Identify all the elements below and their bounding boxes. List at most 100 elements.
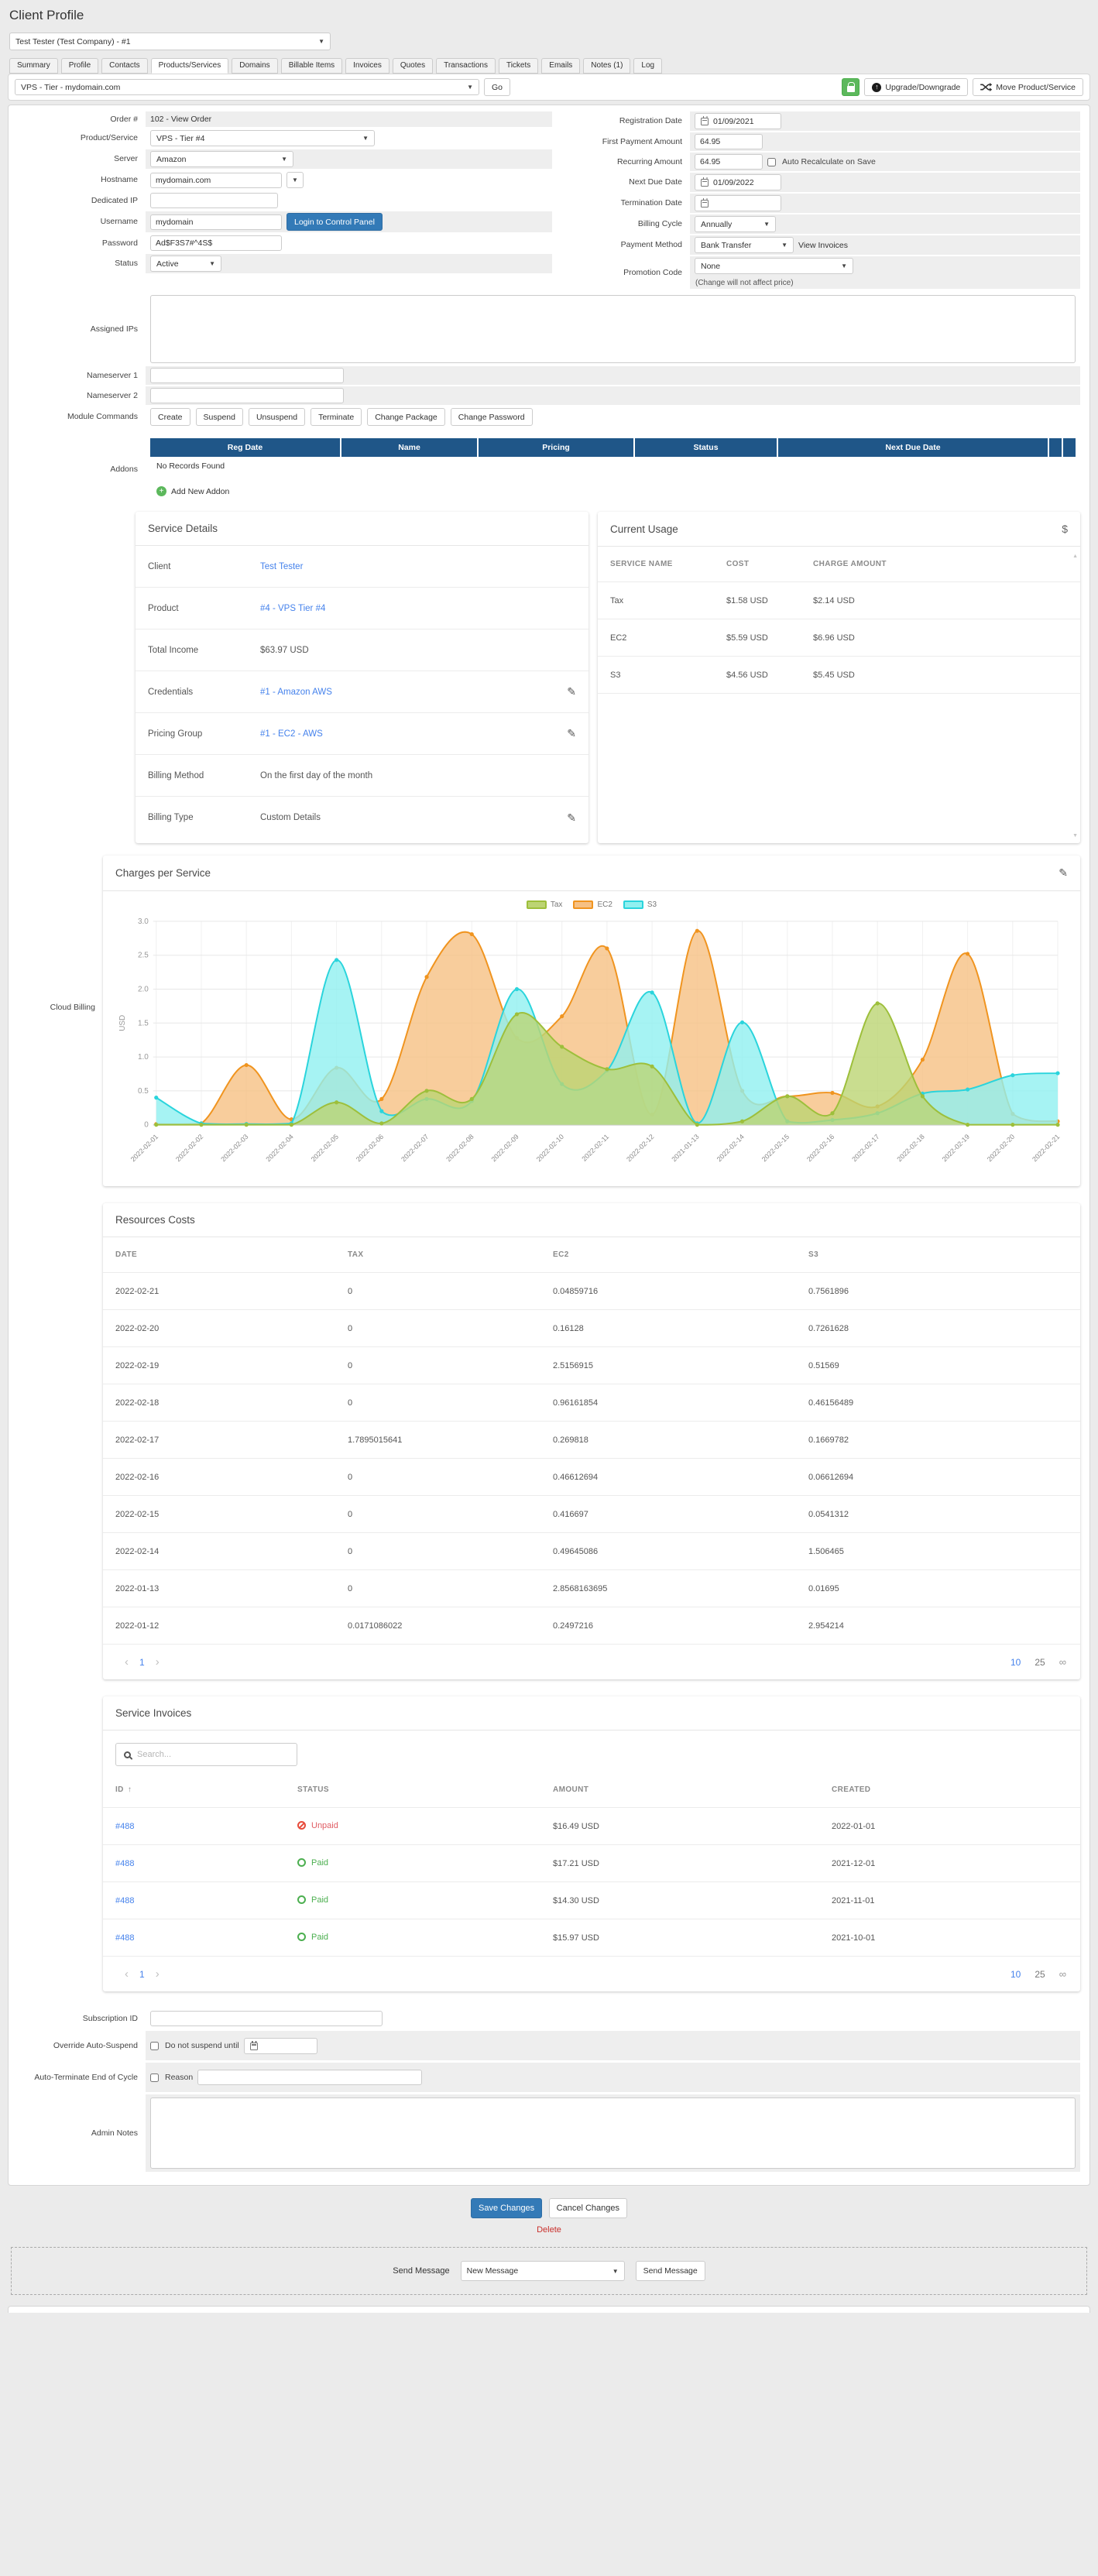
client-link[interactable]: Test Tester — [260, 562, 303, 571]
edit-credentials-icon[interactable]: ✎ — [567, 685, 576, 698]
tab-summary[interactable]: Summary — [9, 58, 58, 74]
reason-input[interactable] — [197, 2070, 423, 2086]
invoice-id-link[interactable]: #488 — [115, 1822, 134, 1831]
add-new-addon-link[interactable]: + Add New Addon — [156, 486, 229, 496]
subscription-id-input[interactable] — [150, 2011, 383, 2027]
next-page-button[interactable]: › — [148, 1967, 167, 1981]
svg-text:2022-02-11: 2022-02-11 — [580, 1133, 610, 1163]
send-message-select[interactable]: New Message ▼ — [460, 2261, 625, 2282]
prev-page-button[interactable]: ‹ — [117, 1967, 136, 1981]
tab-billable-items[interactable]: Billable Items — [280, 58, 343, 74]
password-label: Password — [101, 238, 138, 248]
view-invoices-link[interactable]: View Invoices — [798, 241, 848, 250]
billing-cycle-select[interactable]: Annually ▼ — [695, 216, 776, 232]
addons-label: Addons — [110, 465, 138, 474]
move-product-button[interactable]: Move Product/Service — [973, 78, 1083, 96]
tab-emails[interactable]: Emails — [541, 58, 581, 74]
recurring-amount-input[interactable] — [695, 154, 763, 170]
scroll-down-icon[interactable]: ▼ — [1072, 833, 1078, 839]
tab-transactions[interactable]: Transactions — [436, 58, 496, 74]
invoice-id-link[interactable]: #488 — [115, 1933, 134, 1943]
admin-notes-textarea[interactable] — [150, 2098, 1076, 2170]
service-selector[interactable]: VPS - Tier - mydomain.com ▼ — [15, 79, 479, 95]
module-create-button[interactable]: Create — [150, 408, 190, 426]
page-size-all[interactable]: ∞ — [1059, 1656, 1066, 1668]
invoice-id-link[interactable]: #488 — [115, 1859, 134, 1868]
nameserver1-input[interactable] — [150, 368, 344, 383]
usage-scrollbar[interactable]: ▲ ▼ — [1070, 552, 1078, 840]
nameserver2-input[interactable] — [150, 388, 344, 403]
module-change-package-button[interactable]: Change Package — [367, 408, 445, 426]
invoice-amount: $16.49 USD — [553, 1821, 599, 1831]
password-input[interactable] — [150, 235, 282, 251]
first-payment-input[interactable] — [695, 134, 763, 149]
page-size-10[interactable]: 10 — [1011, 1969, 1021, 1980]
send-message-button[interactable]: Send Message — [635, 2261, 705, 2282]
prev-page-button[interactable]: ‹ — [117, 1655, 136, 1669]
go-button[interactable]: Go — [484, 78, 511, 96]
usage-service-name: Tax — [610, 595, 624, 605]
termination-date-input[interactable] — [695, 195, 781, 211]
tab-domains[interactable]: Domains — [232, 58, 278, 74]
registration-date-input[interactable]: 01/09/2021 — [695, 113, 781, 129]
dedicated-ip-input[interactable] — [150, 193, 278, 208]
product-service-select[interactable]: VPS - Tier #4 ▼ — [150, 130, 375, 146]
suspend-until-date-input[interactable] — [243, 2037, 317, 2054]
tab-profile[interactable]: Profile — [60, 58, 99, 74]
reason-checkbox[interactable] — [150, 2073, 159, 2082]
do-not-suspend-checkbox[interactable] — [150, 2041, 159, 2050]
edit-chart-icon[interactable]: ✎ — [1059, 866, 1068, 880]
username-input[interactable] — [150, 214, 282, 230]
product-link[interactable]: #4 - VPS Tier #4 — [260, 604, 325, 613]
login-control-panel-button[interactable]: Login to Control Panel — [287, 213, 383, 231]
page-size-25[interactable]: 25 — [1035, 1969, 1045, 1980]
edit-billing-type-icon[interactable]: ✎ — [567, 811, 576, 825]
tab-quotes[interactable]: Quotes — [392, 58, 434, 74]
module-change-password-button[interactable]: Change Password — [450, 408, 533, 426]
save-changes-button[interactable]: Save Changes — [471, 2198, 543, 2219]
invoice-id-link[interactable]: #488 — [115, 1896, 134, 1905]
tab-products-services[interactable]: Products/Services — [150, 58, 229, 74]
assigned-ips-textarea[interactable] — [150, 295, 1076, 363]
next-page-button[interactable]: › — [148, 1655, 167, 1669]
hostname-input[interactable] — [150, 172, 282, 188]
next-due-date-input[interactable]: 01/09/2022 — [695, 174, 781, 190]
dollar-icon[interactable]: $ — [1062, 523, 1068, 535]
cancel-changes-button[interactable]: Cancel Changes — [548, 2198, 627, 2219]
promotion-code-select[interactable]: None ▼ — [695, 258, 853, 274]
tab-notes[interactable]: Notes (1) — [583, 58, 631, 74]
pricing-group-link[interactable]: #1 - EC2 - AWS — [260, 729, 323, 739]
module-terminate-button[interactable]: Terminate — [311, 408, 362, 426]
invoices-header-id[interactable]: ID ↑ — [115, 1785, 297, 1794]
page-number[interactable]: 1 — [136, 1657, 148, 1668]
invoice-search[interactable] — [115, 1743, 297, 1767]
auto-recalculate-checkbox[interactable] — [767, 157, 776, 166]
delete-link[interactable]: Delete — [8, 2225, 1090, 2235]
chevron-down-icon: ▼ — [781, 242, 787, 249]
page-size-all[interactable]: ∞ — [1059, 1968, 1066, 1980]
tab-tickets[interactable]: Tickets — [498, 58, 539, 74]
tab-invoices[interactable]: Invoices — [345, 58, 389, 74]
upgrade-downgrade-button[interactable]: ↑ Upgrade/Downgrade — [864, 78, 969, 96]
view-order-link[interactable]: 102 - View Order — [150, 115, 211, 124]
status-select[interactable]: Active ▼ — [150, 256, 221, 272]
scroll-up-icon[interactable]: ▲ — [1072, 554, 1078, 559]
search-input[interactable] — [137, 1750, 289, 1760]
payment-method-select[interactable]: Bank Transfer ▼ — [695, 237, 794, 253]
resource-date: 2022-02-17 — [115, 1435, 160, 1445]
edit-pricing-group-icon[interactable]: ✎ — [567, 727, 576, 740]
reason-label: Reason — [165, 2073, 194, 2083]
page-size-25[interactable]: 25 — [1035, 1657, 1045, 1668]
svg-text:2022-02-01: 2022-02-01 — [129, 1133, 160, 1163]
server-select[interactable]: Amazon ▼ — [150, 151, 293, 167]
module-unsuspend-button[interactable]: Unsuspend — [248, 408, 306, 426]
client-selector[interactable]: Test Tester (Test Company) - #1 ▼ — [9, 33, 331, 50]
tab-log[interactable]: Log — [633, 58, 663, 74]
page-size-10[interactable]: 10 — [1011, 1657, 1021, 1668]
module-suspend-button[interactable]: Suspend — [195, 408, 243, 426]
page-number[interactable]: 1 — [136, 1969, 148, 1980]
hostname-dropdown-button[interactable]: ▼ — [287, 172, 304, 188]
credentials-link[interactable]: #1 - Amazon AWS — [260, 688, 332, 697]
tab-contacts[interactable]: Contacts — [101, 58, 148, 74]
lock-button[interactable] — [842, 78, 860, 96]
